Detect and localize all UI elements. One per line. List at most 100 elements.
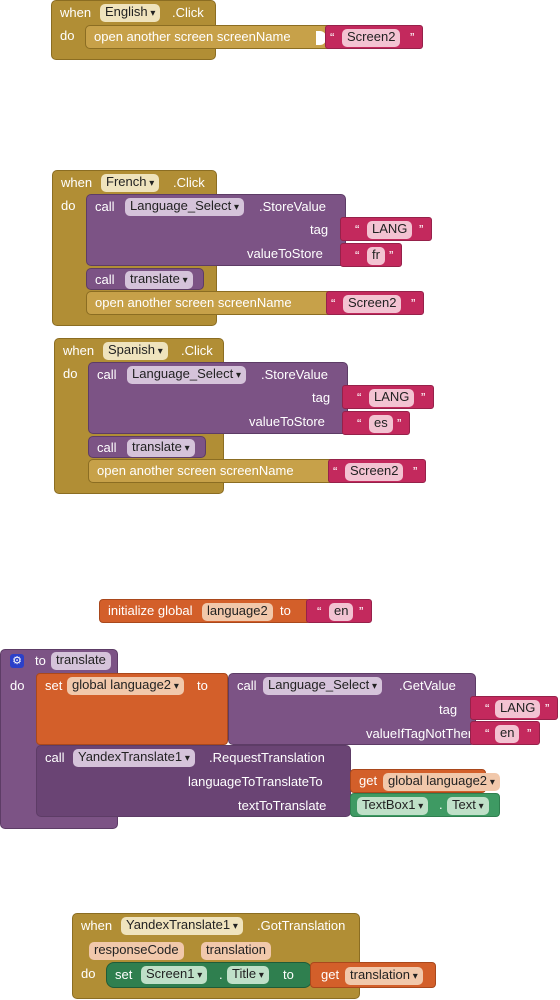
- to-keyword: to: [197, 678, 208, 693]
- title-property-dropdown[interactable]: Title: [227, 966, 269, 984]
- screen-component-dropdown[interactable]: Screen1: [141, 966, 208, 984]
- get-variable-dropdown[interactable]: global language2: [383, 773, 500, 791]
- get-value-call-block[interactable]: call Language_Select .GetValue tag value…: [228, 673, 480, 745]
- open-quote: “: [317, 604, 322, 619]
- value-to-store-label: valueToStore: [249, 414, 325, 429]
- text-to-translate-label: textToTranslate: [238, 798, 327, 813]
- to-keyword: to: [283, 967, 294, 982]
- get-translation-block[interactable]: get translation: [310, 962, 436, 988]
- when-keyword: when: [60, 5, 92, 20]
- tag-label: tag: [439, 702, 458, 717]
- get-translation-dropdown[interactable]: translation: [345, 967, 423, 985]
- gear-icon[interactable]: ⚙: [10, 654, 24, 668]
- value-text-block[interactable]: “ es ”: [342, 411, 410, 435]
- call-translate-block[interactable]: call translate: [86, 268, 204, 290]
- store-value[interactable]: fr: [367, 247, 385, 265]
- screen-name-value[interactable]: Screen2: [343, 295, 402, 313]
- open-quote: “: [355, 248, 360, 263]
- language-to-translate-to-label: languageToTranslateTo: [188, 774, 323, 789]
- default-value-text-block[interactable]: “ en ”: [470, 721, 540, 745]
- set-variable-dropdown[interactable]: global language2: [67, 677, 184, 695]
- store-value-method: .StoreValue: [261, 367, 328, 382]
- open-quote: “: [331, 296, 336, 311]
- translation-param[interactable]: translation: [201, 942, 271, 960]
- request-translation-method: .RequestTranslation: [209, 750, 325, 765]
- set-keyword: set: [45, 678, 63, 693]
- call-keyword: call: [97, 440, 117, 455]
- click-event-label: .Click: [181, 343, 213, 358]
- text-property-dropdown[interactable]: Text: [447, 797, 489, 815]
- global-initial-value[interactable]: en: [329, 603, 354, 621]
- global-value-text-block[interactable]: “ en ”: [306, 599, 372, 623]
- yandex-component-dropdown[interactable]: YandexTranslate1: [121, 917, 243, 935]
- call-keyword: call: [45, 750, 65, 765]
- global-variable-name[interactable]: language2: [202, 603, 273, 621]
- textbox-text-getter-block[interactable]: TextBox1 . Text: [350, 793, 500, 817]
- screen-name-text-block[interactable]: “ Screen2 ”: [326, 291, 424, 315]
- call-keyword: call: [97, 367, 117, 382]
- tag-text-block[interactable]: “ LANG ”: [340, 217, 432, 241]
- screen-name-text-block[interactable]: “ Screen2 ”: [328, 459, 426, 483]
- open-quote: “: [330, 30, 335, 45]
- spanish-component-dropdown[interactable]: Spanish: [103, 342, 168, 360]
- to-keyword: to: [280, 603, 291, 618]
- default-value-label: valueIfTagNotThere: [366, 726, 480, 741]
- do-keyword: do: [63, 366, 78, 381]
- response-code-param[interactable]: responseCode: [89, 942, 184, 960]
- open-screen-label: open another screen screenName: [97, 463, 294, 478]
- open-screen-label: open another screen screenName: [95, 295, 292, 310]
- store-value[interactable]: es: [369, 415, 393, 433]
- open-quote: “: [357, 416, 362, 431]
- initialize-global-block[interactable]: initialize global language2 to: [99, 599, 311, 623]
- close-quote: ”: [527, 726, 532, 741]
- store-value-call-block[interactable]: call Language_Select .StoreValue tag val…: [86, 194, 346, 266]
- store-value-method: .StoreValue: [259, 199, 326, 214]
- close-quote: ”: [545, 701, 550, 716]
- set-global-block[interactable]: set global language2 to: [36, 673, 228, 745]
- default-value[interactable]: en: [495, 725, 520, 743]
- set-keyword: set: [115, 967, 133, 982]
- tag-text-block[interactable]: “ LANG ”: [470, 696, 558, 720]
- close-quote: ”: [389, 248, 394, 263]
- textbox-component-dropdown[interactable]: TextBox1: [357, 797, 429, 815]
- value-text-block[interactable]: “ fr ”: [340, 243, 402, 267]
- tag-text-block[interactable]: “ LANG ”: [342, 385, 434, 409]
- close-quote: ”: [411, 296, 416, 311]
- store-value-call-block[interactable]: call Language_Select .StoreValue tag val…: [88, 362, 348, 434]
- get-keyword: get: [321, 967, 340, 982]
- close-quote: ”: [413, 464, 418, 479]
- language-select-dropdown[interactable]: Language_Select: [125, 198, 245, 216]
- call-keyword: call: [237, 678, 257, 693]
- request-translation-block[interactable]: call YandexTranslate1 .RequestTranslatio…: [36, 745, 351, 817]
- language-select-dropdown[interactable]: Language_Select: [263, 677, 383, 695]
- call-keyword: call: [95, 272, 115, 287]
- when-keyword: when: [61, 175, 93, 190]
- got-translation-event-label: .GotTranslation: [257, 918, 346, 933]
- open-quote: “: [357, 390, 362, 405]
- close-quote: ”: [359, 604, 364, 619]
- yandex-component-dropdown[interactable]: YandexTranslate1: [73, 749, 195, 767]
- set-screen-title-block[interactable]: set Screen1 . Title to: [106, 962, 312, 988]
- get-global-block[interactable]: get global language2: [350, 769, 500, 793]
- screen-name-value[interactable]: Screen2: [345, 463, 404, 481]
- tag-value[interactable]: LANG: [495, 700, 541, 718]
- tag-label: tag: [310, 222, 329, 237]
- tag-label: tag: [312, 390, 331, 405]
- close-quote: ”: [419, 222, 424, 237]
- english-component-dropdown[interactable]: English: [100, 4, 161, 22]
- screen-name-value[interactable]: Screen2: [342, 29, 401, 47]
- translate-procedure-dropdown[interactable]: translate: [125, 271, 193, 289]
- open-quote: “: [355, 222, 360, 237]
- call-keyword: call: [95, 199, 115, 214]
- open-screen-label: open another screen screenName: [94, 29, 291, 44]
- french-component-dropdown[interactable]: French: [101, 174, 160, 192]
- when-keyword: when: [81, 918, 113, 933]
- procedure-name[interactable]: translate: [51, 652, 111, 670]
- translate-procedure-dropdown[interactable]: translate: [127, 439, 195, 457]
- tag-value[interactable]: LANG: [369, 389, 415, 407]
- language-select-dropdown[interactable]: Language_Select: [127, 366, 247, 384]
- call-translate-block[interactable]: call translate: [88, 436, 206, 458]
- tag-value[interactable]: LANG: [367, 221, 413, 239]
- screen-name-text-block[interactable]: “ Screen2 ”: [325, 25, 423, 49]
- do-keyword: do: [60, 28, 75, 43]
